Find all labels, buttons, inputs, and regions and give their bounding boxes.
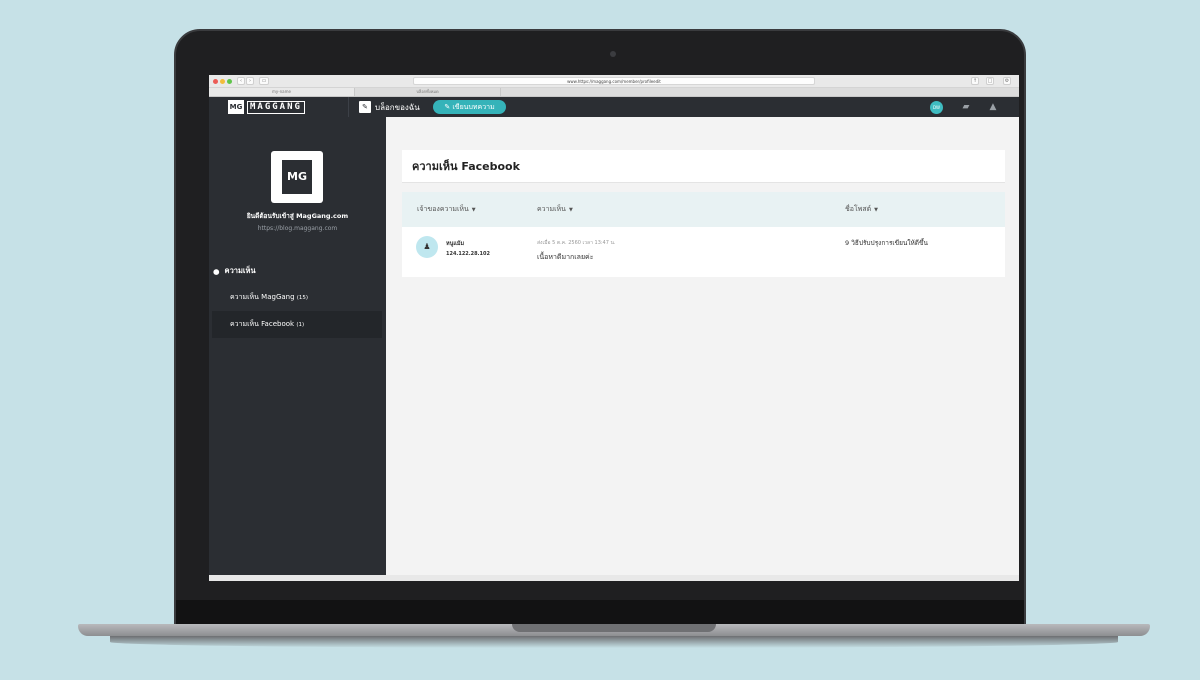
sidebar-item-facebook-comments[interactable]: ความเห็น Facebook (1) <box>212 311 382 338</box>
column-label: ความเห็น <box>537 205 566 213</box>
profile-logo: MG <box>282 160 312 194</box>
browser-tab-1[interactable]: my-name <box>209 88 355 96</box>
caret-down-icon: ▼ <box>568 207 573 213</box>
bell-icon[interactable]: ▲ <box>987 101 999 113</box>
maximize-window-button[interactable] <box>227 79 232 84</box>
tabs-overview-icon[interactable]: □ <box>986 77 994 85</box>
forward-icon[interactable]: › <box>246 77 254 85</box>
page-title: ความเห็น Facebook <box>402 150 1005 183</box>
column-header-comment[interactable]: ความเห็น ▼ <box>537 192 573 227</box>
post-title-link[interactable]: 9 วิธีปรับปรุงการเขียนให้ดีขึ้น <box>845 238 928 248</box>
sidebar-item-count: (1) <box>296 322 305 328</box>
sidebar-item-count: (15) <box>296 295 309 301</box>
speech-bubble-icon: ● <box>213 266 220 276</box>
welcome-text: ยินดีต้อนรับเข้าสู่ MagGang.com <box>246 212 349 220</box>
address-bar[interactable]: www.https://maggang.com/member/profileed… <box>413 77 815 85</box>
column-label: ชื่อโพสต์ <box>845 205 872 213</box>
browser-tab-strip: my-name บล็อกทั้งหมด <box>209 88 1019 97</box>
laptop-chin <box>176 600 1024 624</box>
logo-text: MAGGANG <box>247 100 305 114</box>
header-divider <box>348 97 349 117</box>
share-icon[interactable]: ↑ <box>971 77 979 85</box>
settings-icon[interactable]: ⚙ <box>1003 77 1011 85</box>
commenter-ip: 124.122.28.102 <box>446 251 490 257</box>
comments-section-header: ● ความเห็น <box>213 265 256 277</box>
caret-down-icon: ▼ <box>471 207 476 213</box>
comment-text: เนื้อหาดีมากเลยค่ะ <box>537 253 594 261</box>
screen-bottom-bar <box>209 575 1019 581</box>
close-window-button[interactable] <box>213 79 218 84</box>
sidebar-toggle-icon[interactable]: ▭ <box>259 77 269 85</box>
table-header: เจ้าของความเห็น ▼ ความเห็น ▼ ชื่อโพสต์ ▼ <box>402 192 1005 227</box>
my-blog-link[interactable]: ✎ บล็อกของฉัน <box>359 100 420 114</box>
messages-icon[interactable]: ▰ <box>960 101 972 113</box>
site-url[interactable]: https://blog.maggang.com <box>209 225 386 232</box>
sidebar: MG ยินดีต้อนรับเข้าสู่ MagGang.com https… <box>209 117 386 581</box>
user-avatar[interactable]: DW <box>930 101 943 114</box>
app-header: MG MAGGANG ✎ บล็อกของฉัน ✎ เขียนบทความ D… <box>209 97 1019 117</box>
column-label: เจ้าของความเห็น <box>417 205 469 213</box>
commenter-avatar[interactable]: ♟ <box>416 236 438 258</box>
laptop-notch <box>512 624 716 632</box>
site-logo[interactable]: MG MAGGANG <box>228 100 305 114</box>
logo-mark: MG <box>228 100 244 114</box>
back-icon[interactable]: ‹ <box>237 77 245 85</box>
minimize-window-button[interactable] <box>220 79 225 84</box>
camera-dot <box>610 51 616 57</box>
browser-toolbar: ‹ › ▭ www.https://maggang.com/member/pro… <box>209 75 1019 88</box>
blog-icon: ✎ <box>359 101 371 113</box>
caret-down-icon: ▼ <box>874 207 879 213</box>
sidebar-item-maggang-comments[interactable]: ความเห็น MagGang (15) <box>212 284 382 311</box>
comments-table: เจ้าของความเห็น ▼ ความเห็น ▼ ชื่อโพสต์ ▼ ♟ … <box>402 192 1005 277</box>
comments-section-title: ความเห็น <box>224 266 256 275</box>
write-article-label: เขียนบทความ <box>452 103 495 111</box>
laptop-shadow <box>110 636 1118 648</box>
profile-picture[interactable]: MG <box>271 151 323 203</box>
commenter-name[interactable]: หนูแม้ม <box>446 240 464 248</box>
my-blog-label: บล็อกของฉัน <box>375 102 420 112</box>
write-article-button[interactable]: ✎ เขียนบทความ <box>433 100 506 114</box>
browser-tab-2[interactable]: บล็อกทั้งหมด <box>355 88 501 96</box>
sidebar-item-label: ความเห็น Facebook <box>230 320 295 328</box>
screen: ‹ › ▭ www.https://maggang.com/member/pro… <box>209 75 1019 581</box>
column-header-post[interactable]: ชื่อโพสต์ ▼ <box>845 192 878 227</box>
column-header-owner[interactable]: เจ้าของความเห็น ▼ <box>417 192 476 227</box>
sidebar-item-label: ความเห็น MagGang <box>230 293 295 301</box>
comment-date: ส่งเมื่อ 5 ต.ค. 2560 เวลา 13:47 น. <box>537 240 616 246</box>
